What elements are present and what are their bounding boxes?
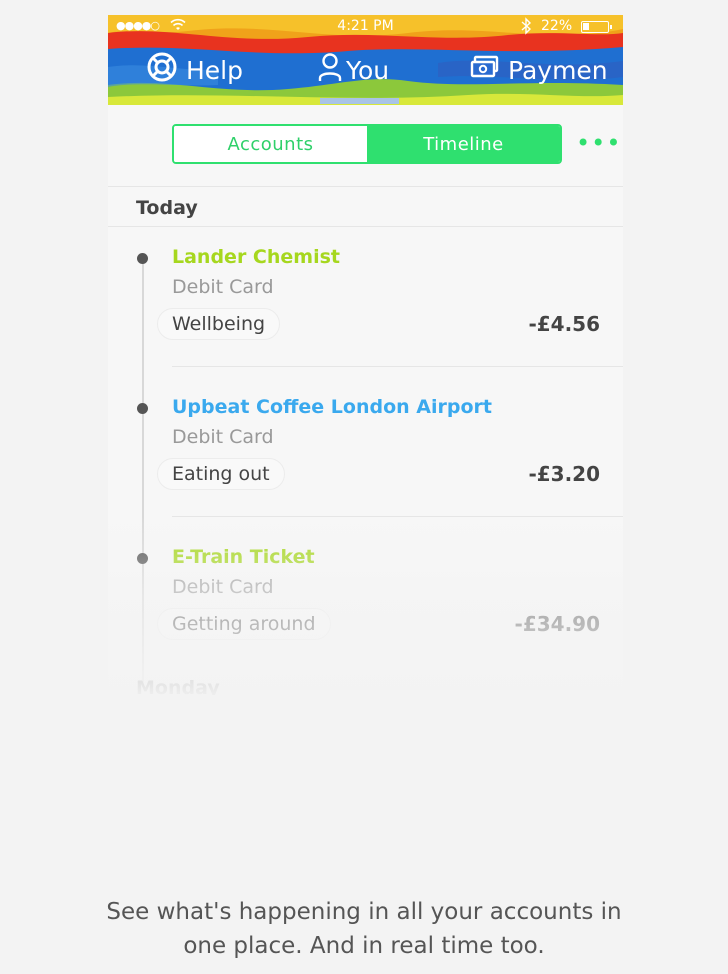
status-bar: ●●●●○ 4:21 PM 22% (108, 15, 623, 39)
payment-method: Debit Card (172, 276, 274, 298)
timeline-dot (137, 253, 148, 264)
section-heading-monday: Monday (136, 677, 220, 695)
merchant-name: E-Train Ticket (172, 546, 315, 568)
transaction-amount: -£4.56 (528, 312, 600, 336)
more-options-icon[interactable]: ••• (576, 131, 621, 155)
accounts-segment[interactable]: Accounts (174, 126, 367, 162)
payment-method: Debit Card (172, 576, 274, 598)
divider (108, 186, 623, 187)
nav-tab-you-label: You (346, 55, 390, 85)
nav-tab-payments-label: Paymen (508, 55, 608, 85)
battery-percent: 22% (541, 18, 573, 34)
payment-method: Debit Card (172, 426, 274, 448)
timeline-line (142, 255, 144, 685)
active-tab-indicator (320, 98, 399, 104)
transaction-amount: -£34.90 (514, 612, 600, 636)
timeline-dot (137, 553, 148, 564)
view-switcher: Accounts Timeline (172, 124, 562, 164)
app-header: ●●●●○ 4:21 PM 22% Help You Paymen (108, 15, 623, 105)
phone-screen: ●●●●○ 4:21 PM 22% Help You Paymen Accoun… (108, 15, 623, 695)
timeline-dot (137, 403, 148, 414)
nav-tab-help[interactable]: Help (146, 51, 243, 89)
lifebuoy-icon (146, 51, 178, 89)
section-heading-today: Today (136, 197, 198, 219)
divider (172, 516, 623, 517)
nav-tab-help-label: Help (186, 55, 243, 85)
divider (108, 226, 623, 227)
caption-line-1: See what's happening in all your account… (106, 899, 622, 925)
transaction-amount: -£3.20 (528, 462, 600, 486)
merchant-name: Lander Chemist (172, 246, 340, 268)
category-tag[interactable]: Wellbeing (157, 308, 281, 340)
merchant-name: Upbeat Coffee London Airport (172, 396, 492, 418)
fade-overlay (108, 515, 623, 695)
battery-icon (581, 21, 612, 33)
timeline-segment[interactable]: Timeline (367, 126, 560, 162)
nav-tab-payments[interactable]: Paymen (470, 53, 608, 87)
marketing-caption: See what's happening in all your account… (0, 895, 728, 963)
caption-line-2: one place. And in real time too. (183, 933, 545, 959)
nav-tab-you[interactable]: You (318, 53, 389, 87)
category-tag[interactable]: Getting around (157, 608, 331, 640)
divider (172, 366, 623, 367)
cash-icon (470, 55, 500, 85)
bluetooth-icon (520, 17, 532, 39)
category-tag[interactable]: Eating out (157, 458, 285, 490)
person-icon (318, 52, 342, 88)
